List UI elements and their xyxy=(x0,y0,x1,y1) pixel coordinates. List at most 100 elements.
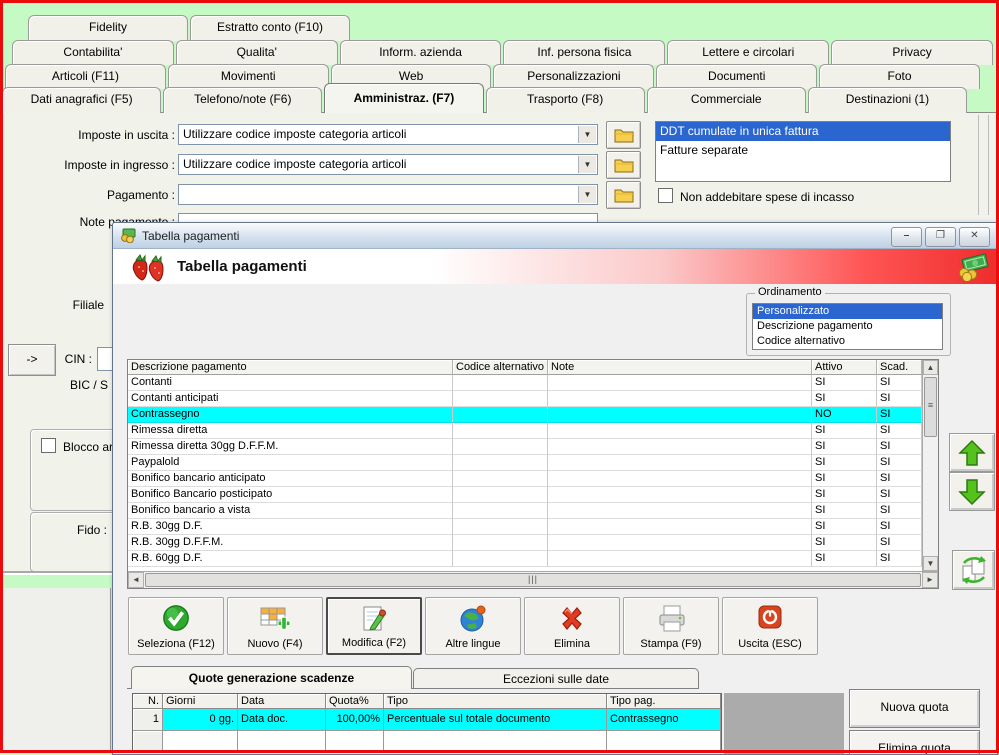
tab[interactable]: Qualita' xyxy=(175,40,338,65)
table-row[interactable]: Contanti SI SI xyxy=(128,375,922,391)
imposte-ingresso-combo[interactable]: Utilizzare codice imposte categoria arti… xyxy=(178,154,598,175)
tab-quote-generazione-scadenze[interactable]: Quote generazione scadenze xyxy=(131,666,412,689)
tab[interactable]: Trasporto (F8) xyxy=(485,87,645,113)
altre-lingue-button[interactable]: Altre lingue xyxy=(425,597,521,655)
tab[interactable]: Destinazioni (1) xyxy=(807,87,968,113)
modifica-button[interactable]: Modifica (F2) xyxy=(326,597,422,655)
globe-icon xyxy=(460,605,486,632)
app-window-icon xyxy=(121,228,136,243)
table-row[interactable]: Bonifico Bancario posticipato SI SI xyxy=(128,487,922,503)
tab[interactable]: Articoli (F11) xyxy=(5,64,166,89)
list-item[interactable]: DDT cumulate in unica fattura xyxy=(656,122,950,141)
column-header: Giorni xyxy=(163,694,238,709)
tab[interactable]: Telefono/note (F6) xyxy=(163,87,323,113)
elimina-button[interactable]: Elimina xyxy=(524,597,620,655)
money-coins-icon xyxy=(958,253,989,281)
tab-eccezioni-sulle-date[interactable]: Eccezioni sulle date xyxy=(413,668,699,689)
list-item[interactable]: Descrizione pagamento xyxy=(753,319,942,334)
fatturazione-listbox[interactable]: DDT cumulate in unica fattura Fatture sep… xyxy=(655,121,951,182)
spese-incasso-row: Non addebitare spese di incasso xyxy=(658,188,854,204)
list-item[interactable]: Codice alternativo xyxy=(753,334,942,349)
table-row[interactable]: R.B. 30gg D.F. SI SI xyxy=(128,519,922,535)
scroll-left-icon[interactable]: ◄ xyxy=(128,572,144,588)
column-header[interactable]: Scad. xyxy=(877,360,922,375)
table-row[interactable]: R.B. 60gg D.F. SI SI xyxy=(128,551,922,567)
tab[interactable]: Fidelity xyxy=(28,15,188,41)
chevron-down-icon[interactable]: ▼ xyxy=(578,186,596,203)
move-up-button[interactable] xyxy=(949,433,995,472)
elimina-quota-button[interactable]: Elimina quota xyxy=(849,730,980,754)
ordinamento-listbox[interactable]: Personalizzato Descrizione pagamento Codic… xyxy=(752,303,943,350)
dialog-titlebar[interactable]: Tabella pagamenti – ❐ ✕ xyxy=(113,223,997,249)
imposte-uscita-folder-button[interactable] xyxy=(606,121,641,149)
maximize-button[interactable]: ❐ xyxy=(925,227,956,247)
green-arrow-down-icon xyxy=(958,478,986,505)
column-header[interactable]: Note xyxy=(548,360,812,375)
tab[interactable]: Privacy xyxy=(831,40,993,65)
check-icon xyxy=(163,605,189,631)
button-label: Elimina xyxy=(553,638,591,650)
button-label: Stampa (F9) xyxy=(640,638,702,650)
cin-label: CIN : xyxy=(64,352,92,366)
vertical-scrollbar[interactable]: ▲ ≡ ▼ xyxy=(922,360,938,571)
nuovo-button[interactable]: Nuovo (F4) xyxy=(227,597,323,655)
chevron-down-icon[interactable]: ▼ xyxy=(578,126,596,143)
table-row[interactable]: Rimessa diretta SI SI xyxy=(128,423,922,439)
tab[interactable]: Inform. azienda xyxy=(339,40,502,65)
refresh-button[interactable] xyxy=(952,550,995,590)
pagamento-folder-button[interactable] xyxy=(606,181,641,209)
scrollbar-thumb[interactable]: ||| xyxy=(145,573,921,587)
table-row[interactable] xyxy=(133,731,721,751)
quote-table-header: N. Giorni Data Quota% Tipo Tipo pag. xyxy=(133,694,721,709)
tab[interactable]: Foto xyxy=(819,64,980,89)
table-row[interactable]: Bonifico bancario anticipato SI SI xyxy=(128,471,922,487)
scroll-up-icon[interactable]: ▲ xyxy=(923,360,938,375)
spese-incasso-label: Non addebitare spese di incasso xyxy=(680,190,855,204)
pagamento-label: Pagamento : xyxy=(106,188,175,202)
uscita-button[interactable]: Uscita (ESC) xyxy=(722,597,818,655)
scrollbar-thumb[interactable]: ≡ xyxy=(924,377,937,437)
tab[interactable]: Dati anagrafici (F5) xyxy=(2,87,162,113)
column-header[interactable]: Codice alternativo xyxy=(453,360,548,375)
button-label: Nuovo (F4) xyxy=(247,638,303,650)
tab[interactable]: Estratto conto (F10) xyxy=(190,15,350,41)
tab[interactable]: Amministraz. (F7) xyxy=(324,83,484,113)
column-header[interactable]: Attivo xyxy=(812,360,877,375)
seleziona-button[interactable]: Seleziona (F12) xyxy=(128,597,224,655)
column-header[interactable]: Descrizione pagamento xyxy=(128,360,453,375)
dialog-title: Tabella pagamenti xyxy=(142,228,240,243)
green-arrow-up-icon xyxy=(958,439,986,466)
imposte-uscita-combo[interactable]: Utilizzare codice imposte categoria arti… xyxy=(178,124,598,145)
imposte-ingresso-folder-button[interactable] xyxy=(606,151,641,179)
scroll-right-icon[interactable]: ► xyxy=(922,572,938,588)
stampa-button[interactable]: Stampa (F9) xyxy=(623,597,719,655)
table-row[interactable]: Bonifico bancario a vista SI SI xyxy=(128,503,922,519)
tab[interactable]: Personalizzazioni xyxy=(493,64,655,89)
list-item[interactable]: Fatture separate xyxy=(656,141,950,160)
tab[interactable]: Movimenti xyxy=(167,64,329,89)
tab[interactable]: Inf. persona fisica xyxy=(503,40,666,65)
chevron-down-icon[interactable]: ▼ xyxy=(578,156,596,173)
list-item[interactable]: Personalizzato xyxy=(753,304,942,319)
tab[interactable]: Lettere e circolari xyxy=(667,40,830,65)
blocco-checkbox[interactable] xyxy=(41,438,56,453)
horizontal-scrollbar[interactable]: ◄ ||| ► xyxy=(128,571,938,588)
table-row[interactable]: Paypalold SI SI xyxy=(128,455,922,471)
table-row[interactable]: Contanti anticipati SI SI xyxy=(128,391,922,407)
tab[interactable]: Contabilita' xyxy=(12,40,174,65)
table-row[interactable]: Rimessa diretta 30gg D.F.F.M. SI SI xyxy=(128,439,922,455)
quote-table-body: 1 0 gg. Data doc. 100,00% Percentuale su… xyxy=(133,709,721,751)
minimize-button[interactable]: – xyxy=(891,227,922,247)
table-row[interactable]: Contrassegno NO SI xyxy=(128,407,922,423)
tab-row-1: Fidelity Estratto conto (F10) xyxy=(28,15,350,41)
pagamento-combo[interactable]: ▼ xyxy=(178,184,598,205)
nuova-quota-button[interactable]: Nuova quota xyxy=(849,689,980,728)
scroll-down-icon[interactable]: ▼ xyxy=(923,556,938,571)
table-row[interactable]: R.B. 30gg D.F.F.M. SI SI xyxy=(128,535,922,551)
close-button[interactable]: ✕ xyxy=(959,227,990,247)
table-row[interactable]: 1 0 gg. Data doc. 100,00% Percentuale su… xyxy=(133,709,721,731)
move-down-button[interactable] xyxy=(949,472,995,511)
spese-incasso-checkbox[interactable] xyxy=(658,188,673,203)
tab[interactable]: Documenti xyxy=(656,64,818,89)
tab[interactable]: Commerciale xyxy=(646,87,806,113)
